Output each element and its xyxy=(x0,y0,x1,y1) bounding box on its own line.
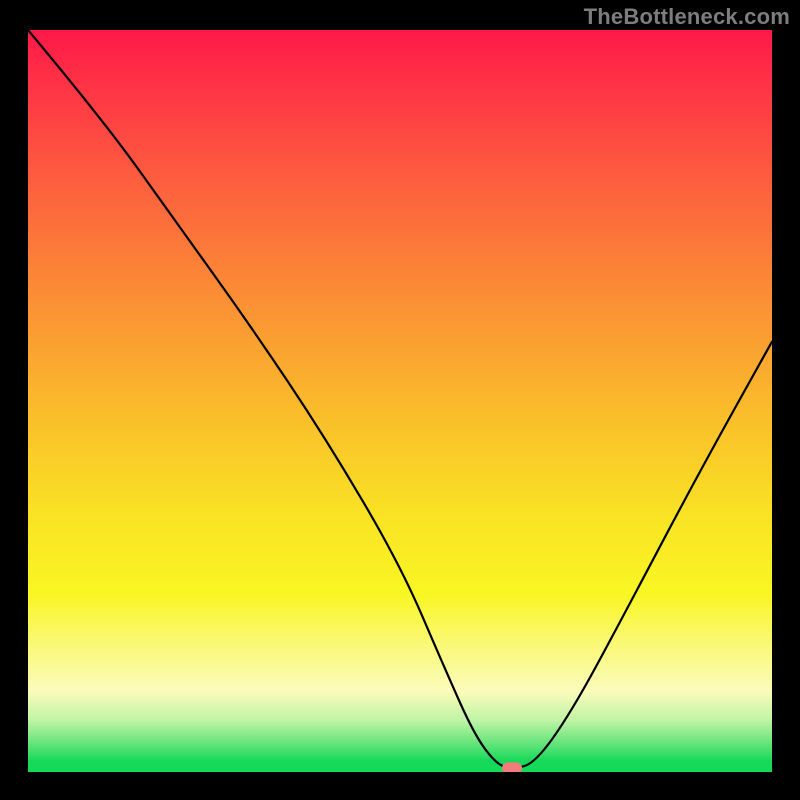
optimal-marker xyxy=(502,763,522,772)
bottleneck-curve xyxy=(28,30,772,767)
curve-svg xyxy=(28,30,772,772)
plot-area xyxy=(28,30,772,772)
watermark-text: TheBottleneck.com xyxy=(584,4,790,30)
chart-frame: TheBottleneck.com xyxy=(0,0,800,800)
